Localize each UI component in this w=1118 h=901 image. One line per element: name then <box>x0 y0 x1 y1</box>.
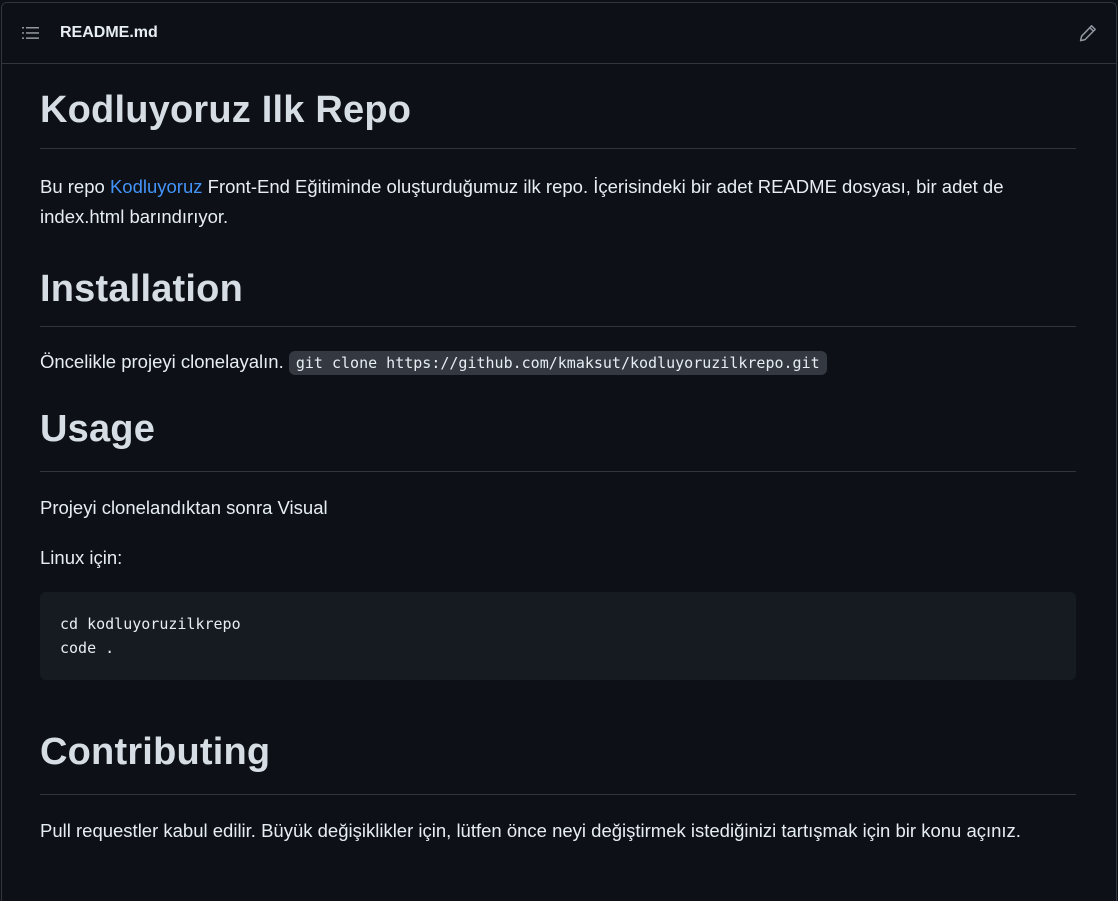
kodluyoruz-link[interactable]: Kodluyoruz <box>110 176 203 197</box>
intro-prefix: Bu repo <box>40 176 110 197</box>
file-header: README.md <box>2 3 1116 64</box>
contributing-paragraph: Pull requestler kabul edilir. Büyük deği… <box>40 820 1021 841</box>
pencil-icon <box>1079 25 1096 42</box>
contributing-heading: Contributing <box>40 731 1076 795</box>
installation-heading: Installation <box>40 268 1076 327</box>
markdown-body: Kodluyoruz Ilk Repo Bu repo Kodluyoruz F… <box>2 64 1116 846</box>
usage-paragraph-1: Projeyi clonelandıktan sonra Visual <box>40 497 328 518</box>
installation-text: Öncelikle projeyi clonelayalın. <box>40 351 289 372</box>
intro-paragraph: Bu repo Kodluyoruz Front-End Eğitiminde … <box>40 172 1076 232</box>
list-unordered-icon <box>22 27 39 39</box>
outline-button[interactable] <box>20 22 42 44</box>
page-title: Kodluyoruz Ilk Repo <box>40 64 1076 149</box>
usage-paragraph-2: Linux için: <box>40 547 123 568</box>
edit-file-button[interactable] <box>1076 21 1100 45</box>
usage-code-block: cd kodluyoruzilkrepo code . <box>40 592 1076 680</box>
git-clone-code: git clone https://github.com/kmaksut/kod… <box>288 351 827 375</box>
file-name: README.md <box>60 24 158 41</box>
usage-heading: Usage <box>40 408 1076 472</box>
installation-paragraph: Öncelikle projeyi clonelayalın. git clon… <box>40 347 1076 378</box>
readme-panel: README.md Kodluyoruz Ilk Repo Bu repo Ko… <box>1 2 1117 901</box>
